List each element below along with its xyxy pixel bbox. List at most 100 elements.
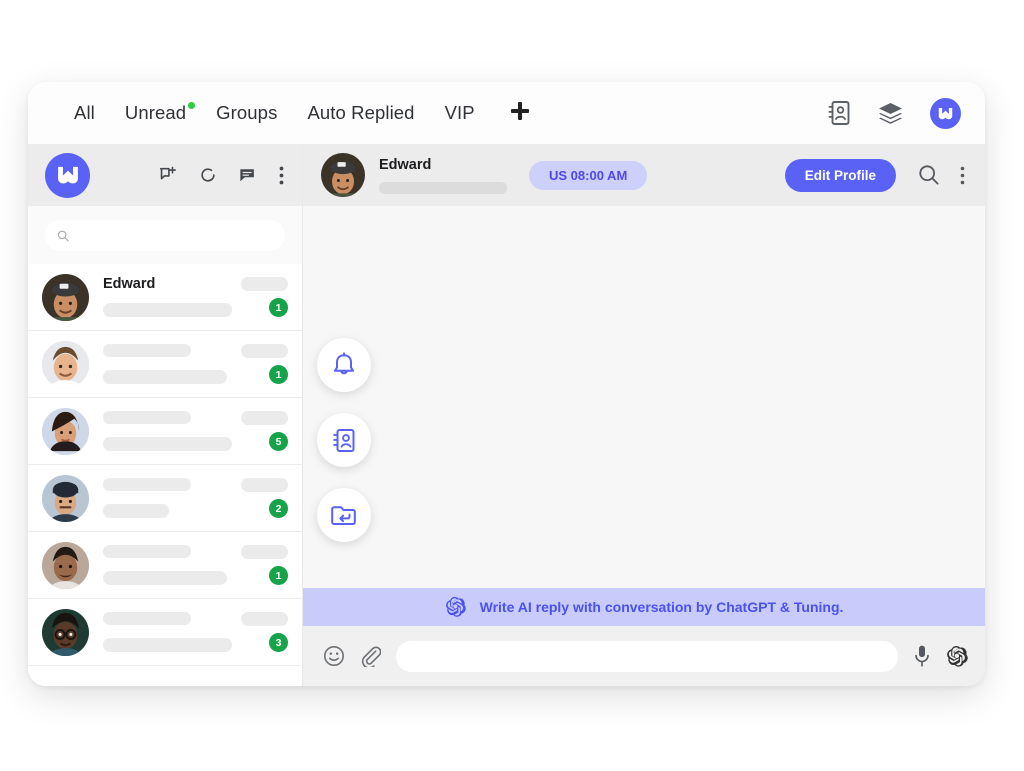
unread-badge: 2 — [269, 499, 288, 518]
unread-badge: 1 — [269, 298, 288, 317]
sidebar: Edward 1 1 5 2 1 3 — [28, 144, 303, 686]
sidebar-header-icons — [159, 166, 284, 185]
list-item-meta: 2 — [232, 478, 288, 518]
list-item-preview-placeholder — [103, 302, 232, 317]
list-item[interactable]: 1 — [28, 532, 302, 599]
top-actions — [827, 97, 961, 129]
list-item-meta: 1 — [232, 545, 288, 585]
sidebar-logo-button[interactable] — [45, 152, 90, 198]
tab-list: All Unread Groups Auto Replied VIP — [74, 100, 531, 127]
tab-auto-replied[interactable]: Auto Replied — [307, 102, 414, 124]
list-item-content: Edward — [89, 274, 232, 321]
plus-icon — [510, 101, 529, 120]
floating-action-buttons — [317, 338, 371, 542]
top-tab-bar: All Unread Groups Auto Replied VIP — [28, 82, 985, 144]
list-item-preview-placeholder — [103, 637, 232, 652]
list-item-time-placeholder — [241, 277, 288, 291]
unread-badge: 1 — [269, 566, 288, 585]
paperclip-icon[interactable] — [360, 645, 381, 667]
list-item-time-placeholder — [241, 344, 288, 358]
list-item-name-placeholder — [103, 545, 191, 558]
list-item-name-placeholder — [103, 411, 191, 424]
list-item-time-placeholder — [241, 545, 288, 559]
more-vertical-icon[interactable] — [960, 166, 965, 185]
list-item[interactable]: 5 — [28, 398, 302, 465]
list-item-name-placeholder — [103, 612, 191, 625]
list-item-meta: 1 — [232, 277, 288, 317]
search-icon[interactable] — [918, 164, 940, 186]
message-input[interactable] — [396, 640, 898, 672]
list-item-time-placeholder — [241, 478, 288, 492]
list-item-preview-placeholder — [103, 503, 169, 518]
w-logo-icon — [57, 166, 78, 184]
microphone-icon[interactable] — [913, 644, 931, 668]
reminder-fab[interactable] — [317, 338, 371, 392]
new-chat-icon[interactable] — [159, 166, 177, 184]
list-item-content — [89, 475, 232, 522]
more-vertical-icon[interactable] — [279, 166, 284, 185]
edit-profile-button[interactable]: Edit Profile — [784, 158, 896, 192]
list-item[interactable]: 1 — [28, 331, 302, 398]
smiley-icon[interactable] — [323, 645, 345, 667]
list-item-name: Edward — [103, 275, 156, 292]
avatar[interactable] — [321, 153, 365, 197]
message-icon[interactable] — [239, 167, 257, 184]
message-area — [303, 206, 985, 588]
folder-reply-icon — [330, 505, 356, 525]
search-icon — [57, 230, 69, 241]
tab-groups[interactable]: Groups — [216, 102, 277, 124]
avatar-image — [42, 273, 89, 321]
list-item[interactable]: 3 — [28, 599, 302, 666]
timezone-badge: US 08:00 AM — [529, 160, 648, 190]
avatar — [42, 340, 89, 388]
list-item-name-placeholder — [103, 478, 191, 491]
move-to-folder-fab[interactable] — [317, 488, 371, 542]
avatar-image — [42, 340, 89, 388]
unread-badge: 1 — [269, 365, 288, 384]
avatar-image — [42, 608, 89, 656]
ai-banner-text: Write AI reply with conversation by Chat… — [479, 599, 844, 615]
unread-badge: 3 — [269, 633, 288, 652]
tab-vip[interactable]: VIP — [445, 102, 475, 124]
list-item-time-placeholder — [241, 411, 288, 425]
avatar — [42, 407, 89, 455]
sidebar-search-area — [28, 206, 302, 264]
w-logo-icon — [938, 107, 953, 119]
bell-icon — [333, 351, 355, 374]
contact-status-placeholder — [379, 181, 507, 194]
search-box[interactable] — [45, 220, 285, 251]
contact-card-icon — [333, 428, 355, 452]
ai-reply-banner[interactable]: Write AI reply with conversation by Chat… — [303, 588, 985, 626]
contact-book-icon[interactable] — [827, 100, 851, 126]
unread-badge: 5 — [269, 432, 288, 451]
app-window: All Unread Groups Auto Replied VIP Edwar… — [28, 82, 985, 686]
list-item-meta: 5 — [232, 411, 288, 451]
main-body: Edward 1 1 5 2 1 3 Edward US 08:00 AM Ed… — [28, 144, 985, 686]
openai-icon[interactable] — [946, 645, 969, 668]
tab-all-label: All — [74, 102, 95, 123]
conversation-pane: Edward US 08:00 AM Edit Profile Write AI… — [303, 144, 985, 686]
sync-icon[interactable] — [199, 166, 217, 184]
contact-card-fab[interactable] — [317, 413, 371, 467]
brand-logo-button[interactable] — [930, 97, 961, 129]
openai-icon — [445, 596, 466, 617]
avatar — [42, 474, 89, 522]
tab-auto-replied-label: Auto Replied — [307, 102, 415, 123]
avatar — [42, 541, 89, 589]
avatar-image — [42, 407, 89, 455]
list-item-preview-placeholder — [103, 436, 232, 451]
search-input[interactable] — [78, 228, 273, 243]
layers-icon[interactable] — [877, 101, 904, 125]
chat-list[interactable]: Edward 1 1 5 2 1 3 — [28, 264, 302, 686]
tab-vip-label: VIP — [444, 102, 475, 123]
add-tab-button[interactable] — [509, 100, 531, 127]
list-item-meta: 3 — [232, 612, 288, 652]
list-item[interactable]: Edward 1 — [28, 264, 302, 331]
list-item-meta: 1 — [232, 344, 288, 384]
tab-unread[interactable]: Unread — [125, 102, 196, 124]
tab-all[interactable]: All — [74, 102, 95, 124]
list-item[interactable]: 2 — [28, 465, 302, 532]
list-item-name-placeholder — [103, 344, 191, 357]
conversation-identity: Edward — [379, 157, 529, 194]
conversation-header: Edward US 08:00 AM Edit Profile — [303, 144, 985, 206]
